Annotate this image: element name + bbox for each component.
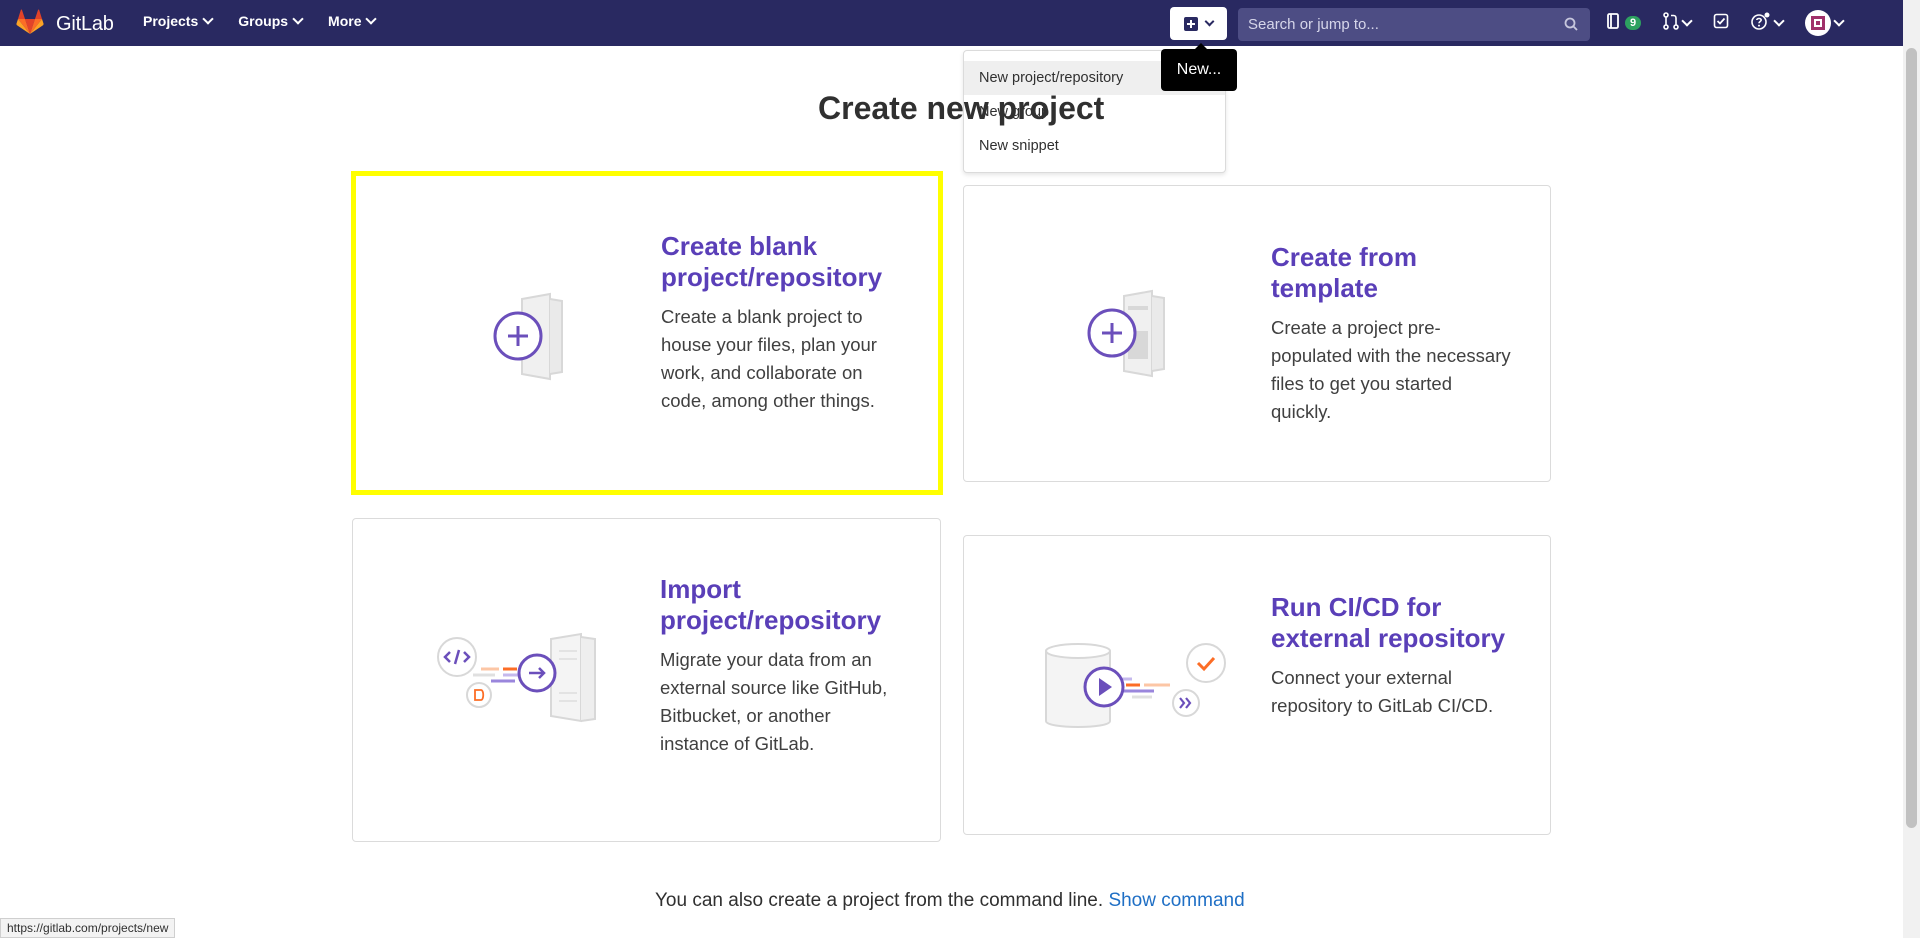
card-title: Create from template	[1271, 242, 1417, 303]
menu-more[interactable]: More	[328, 13, 387, 29]
chevron-down-icon	[1681, 15, 1693, 27]
card-description: Migrate your data from an external sourc…	[660, 649, 888, 754]
menu-more-label: More	[328, 13, 362, 29]
blank-project-illustration	[482, 289, 582, 394]
card-import-project-text: Import project/repository Migrate your d…	[660, 574, 900, 758]
status-url-bar: https://gitlab.com/projects/new	[0, 918, 176, 938]
card-create-blank-text: Create blank project/repository Create a…	[661, 231, 901, 415]
brand[interactable]: GitLab	[16, 9, 114, 40]
card-description: Connect your external repository to GitL…	[1271, 667, 1494, 716]
chevron-down-icon	[1773, 15, 1785, 27]
issues-icon	[1607, 12, 1621, 34]
user-menu[interactable]	[1805, 10, 1845, 36]
chevron-down-icon	[1833, 15, 1845, 27]
card-description: Create a project pre-populated with the …	[1271, 317, 1511, 422]
nav-right-icons: 9	[1607, 0, 1865, 46]
card-title: Create blank project/repository	[661, 231, 883, 292]
brand-name: GitLab	[56, 13, 114, 35]
search-box[interactable]	[1238, 8, 1590, 41]
card-create-from-template-text: Create from template Create a project pr…	[1271, 242, 1511, 426]
scrollbar-thumb[interactable]	[1906, 48, 1917, 828]
page-title: Create new project	[818, 90, 1105, 126]
issues-count-badge: 9	[1625, 16, 1642, 30]
issues-link[interactable]: 9	[1607, 12, 1642, 34]
merge-requests-menu[interactable]	[1663, 11, 1693, 35]
help-menu[interactable]	[1751, 12, 1785, 35]
dropdown-item-new-snippet[interactable]: New snippet	[964, 129, 1225, 163]
cicd-illustration	[1044, 641, 1234, 736]
show-command-link[interactable]: Show command	[1108, 890, 1244, 911]
todo-check-icon	[1713, 13, 1729, 34]
card-import-project[interactable]: Import project/repository Migrate your d…	[352, 518, 941, 842]
chevron-down-icon	[202, 13, 214, 25]
gitlab-logo-icon	[16, 9, 44, 40]
top-navbar: GitLab Projects Groups More 9	[0, 0, 1920, 46]
plus-square-icon	[1184, 16, 1198, 31]
command-line-hint-text: You can also create a project from the c…	[655, 890, 1104, 911]
chevron-down-icon	[292, 13, 304, 25]
todos-link[interactable]	[1713, 13, 1729, 34]
import-illustration	[433, 631, 623, 736]
card-title: Import project/repository	[660, 574, 882, 635]
card-run-cicd-text: Run CI/CD for external repository Connec…	[1271, 592, 1511, 720]
help-icon	[1751, 12, 1771, 35]
chevron-down-icon	[365, 13, 378, 25]
merge-request-icon	[1663, 11, 1679, 35]
card-title: Run CI/CD for external repository	[1271, 592, 1506, 653]
search-icon	[1564, 17, 1578, 36]
card-run-cicd[interactable]: Run CI/CD for external repository Connec…	[963, 535, 1551, 835]
card-create-blank[interactable]: Create blank project/repository Create a…	[351, 171, 943, 495]
search-input[interactable]	[1248, 16, 1548, 33]
new-menu-tooltip: New...	[1161, 43, 1237, 91]
chevron-down-icon	[1204, 16, 1215, 27]
template-illustration	[1084, 286, 1184, 391]
main-menu: Projects Groups More	[143, 13, 401, 29]
command-line-hint: You can also create a project from the c…	[655, 890, 1245, 912]
menu-groups[interactable]: Groups	[238, 13, 314, 29]
menu-groups-label: Groups	[238, 13, 289, 29]
page-scrollbar[interactable]	[1903, 0, 1920, 938]
card-create-from-template[interactable]: Create from template Create a project pr…	[963, 185, 1551, 482]
avatar	[1805, 10, 1832, 36]
menu-projects[interactable]: Projects	[143, 13, 224, 29]
menu-projects-label: Projects	[143, 13, 199, 29]
card-description: Create a blank project to house your fil…	[661, 306, 877, 411]
new-menu-button[interactable]	[1170, 7, 1227, 40]
